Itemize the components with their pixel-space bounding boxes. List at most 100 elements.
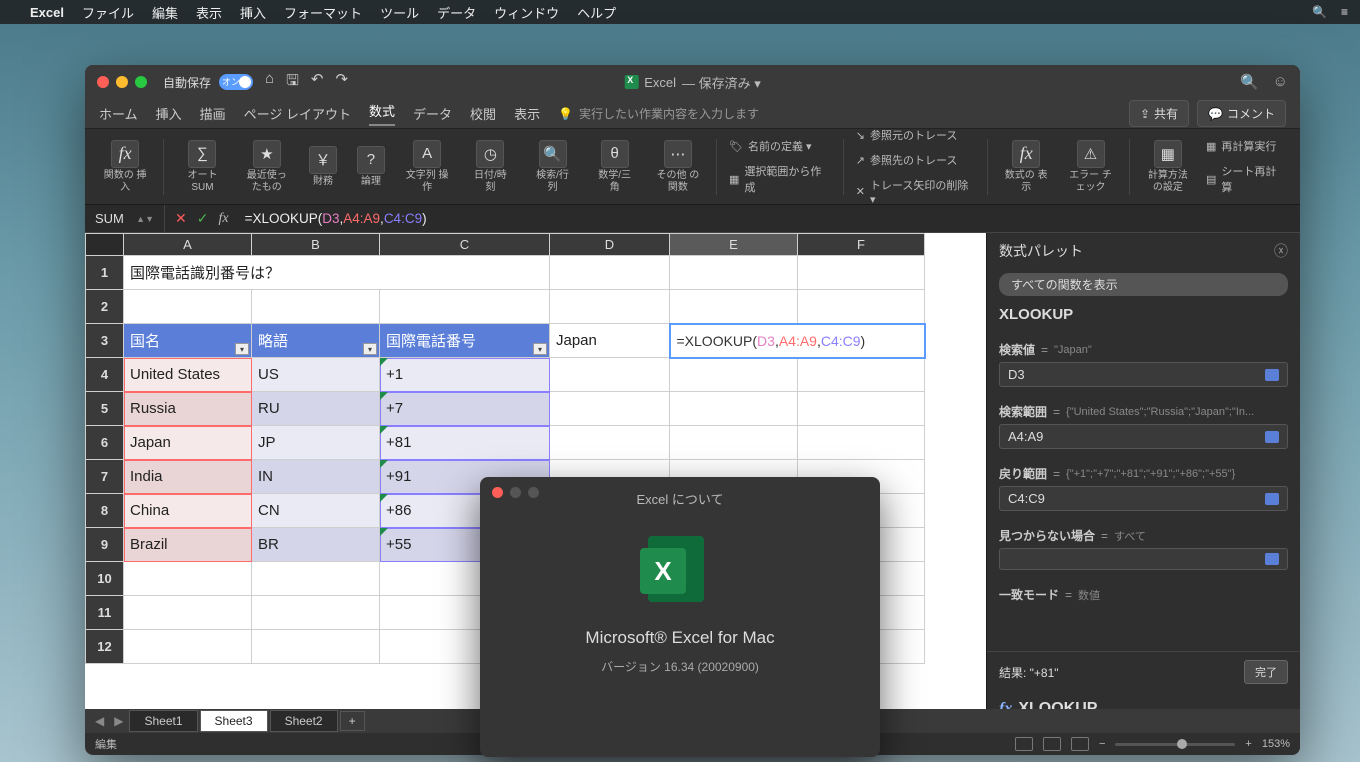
save-icon[interactable]: 🖫 — [286, 70, 299, 95]
menu-tools[interactable]: ツール — [380, 3, 419, 22]
col-header-a[interactable]: A — [124, 234, 252, 256]
zoom-slider[interactable] — [1115, 743, 1235, 746]
cell-a4[interactable]: United States — [124, 358, 252, 392]
tab-home[interactable]: ホーム — [99, 104, 138, 123]
create-from-selection-button[interactable]: ▦選択範囲から作成 — [725, 160, 835, 198]
search-icon[interactable]: 🔍 — [1240, 73, 1259, 91]
sheet-tab-1[interactable]: Sheet1 — [129, 710, 197, 732]
menubar-appname[interactable]: Excel — [30, 5, 64, 20]
minimize-button[interactable] — [116, 76, 128, 88]
tell-me-search[interactable]: 💡実行したい作業内容を入力します — [558, 105, 759, 122]
tab-insert[interactable]: 挿入 — [156, 104, 182, 123]
menu-edit[interactable]: 編集 — [152, 3, 178, 22]
title-saved[interactable]: — 保存済み ▾ — [682, 73, 761, 92]
close-button[interactable] — [97, 76, 109, 88]
menu-data[interactable]: データ — [437, 3, 476, 22]
tab-draw[interactable]: 描画 — [200, 104, 226, 123]
filter-icon[interactable]: ▾ — [533, 343, 547, 355]
cell-a8[interactable]: China — [124, 494, 252, 528]
toggle-switch[interactable] — [219, 74, 253, 90]
redo-icon[interactable]: ↷ — [335, 70, 348, 95]
menu-insert[interactable]: 挿入 — [240, 3, 266, 22]
account-icon[interactable]: ☺ — [1273, 73, 1288, 91]
select-all-corner[interactable] — [86, 234, 124, 256]
home-icon[interactable]: ⌂ — [265, 70, 274, 95]
cell-e3[interactable]: =XLOOKUP(D3,A4:A9,C4:C9) — [670, 324, 925, 358]
cell-b9[interactable]: BR — [252, 528, 380, 562]
error-check-button[interactable]: ⚠エラー チェック — [1060, 133, 1120, 200]
view-page-layout-button[interactable] — [1043, 737, 1061, 751]
show-all-functions-button[interactable]: すべての関数を表示 — [999, 273, 1288, 296]
cancel-formula-button[interactable]: ✕ — [175, 210, 187, 227]
cell-a9[interactable]: Brazil — [124, 528, 252, 562]
range-picker-icon[interactable] — [1265, 369, 1279, 381]
cell-c4[interactable]: +1 — [380, 358, 550, 392]
cell-b3[interactable]: 略語▾ — [252, 324, 380, 358]
menu-format[interactable]: フォーマット — [284, 3, 362, 22]
trace-dependents-button[interactable]: ↗参照先のトレース — [852, 149, 979, 171]
cell-b6[interactable]: JP — [252, 426, 380, 460]
row-header-3[interactable]: 3 — [86, 324, 124, 358]
datetime-button[interactable]: ◷日付/時刻 — [461, 133, 519, 200]
recent-functions-button[interactable]: ★最近使っ たもの — [237, 133, 297, 200]
cell-b7[interactable]: IN — [252, 460, 380, 494]
sheet-tab-3[interactable]: Sheet3 — [200, 710, 268, 732]
insert-function-button[interactable]: fx関数の 挿入 — [95, 133, 155, 200]
recalc-sheet-button[interactable]: ▤シート再計算 — [1202, 160, 1290, 198]
remove-arrows-button[interactable]: ✕トレース矢印の削除 ▾ — [852, 174, 979, 209]
zoom-value[interactable]: 153% — [1262, 738, 1290, 750]
menu-view[interactable]: 表示 — [196, 3, 222, 22]
cell-b4[interactable]: US — [252, 358, 380, 392]
menubar-search-icon[interactable]: 🔍 — [1312, 5, 1327, 19]
calc-options-button[interactable]: ▦計算方法 の設定 — [1138, 133, 1198, 200]
math-button[interactable]: θ数学/三角 — [586, 133, 644, 200]
fx-button[interactable]: fx — [218, 211, 228, 227]
sheet-nav-prev[interactable]: ◀ — [91, 714, 108, 728]
cell-a6[interactable]: Japan — [124, 426, 252, 460]
undo-icon[interactable]: ↶ — [311, 70, 324, 95]
col-header-c[interactable]: C — [380, 234, 550, 256]
view-page-break-button[interactable] — [1071, 737, 1089, 751]
lookup-button[interactable]: 🔍検索/行列 — [523, 133, 581, 200]
menubar-wifi-icon[interactable]: ≡ — [1341, 5, 1348, 19]
tab-data[interactable]: データ — [413, 104, 452, 123]
cell-b8[interactable]: CN — [252, 494, 380, 528]
about-close-button[interactable] — [492, 487, 503, 498]
view-normal-button[interactable] — [1015, 737, 1033, 751]
share-button[interactable]: ⇪共有 — [1129, 100, 1189, 127]
zoom-button[interactable] — [135, 76, 147, 88]
cell-d3[interactable]: Japan — [550, 324, 670, 358]
menu-file[interactable]: ファイル — [82, 3, 134, 22]
autosum-button[interactable]: ∑オート SUM — [172, 133, 232, 200]
filter-icon[interactable]: ▾ — [363, 343, 377, 355]
cell-c5[interactable]: +7 — [380, 392, 550, 426]
cell-c6[interactable]: +81 — [380, 426, 550, 460]
cell-b5[interactable]: RU — [252, 392, 380, 426]
name-dropdown-icon[interactable]: ▲▼ — [136, 214, 154, 224]
show-formulas-button[interactable]: fx数式の 表示 — [996, 133, 1056, 200]
sheet-nav-next[interactable]: ▶ — [110, 714, 127, 728]
cell-a7[interactable]: India — [124, 460, 252, 494]
range-picker-icon[interactable] — [1265, 493, 1279, 505]
palette-close-button[interactable]: ⓧ — [1274, 241, 1288, 261]
zoom-out-button[interactable]: − — [1099, 738, 1105, 750]
formula-input[interactable]: =XLOOKUP(D3,A4:A9,C4:C9) — [239, 211, 1300, 226]
comment-button[interactable]: 💬コメント — [1197, 100, 1286, 127]
cell-a5[interactable]: Russia — [124, 392, 252, 426]
tab-formulas[interactable]: 数式 — [369, 101, 395, 126]
menu-help[interactable]: ヘルプ — [577, 3, 616, 22]
col-header-d[interactable]: D — [550, 234, 670, 256]
col-header-b[interactable]: B — [252, 234, 380, 256]
autosave-toggle[interactable]: 自動保存 — [163, 74, 253, 91]
range-picker-icon[interactable] — [1265, 431, 1279, 443]
sheet-tab-2[interactable]: Sheet2 — [270, 710, 338, 732]
accept-formula-button[interactable]: ✓ — [197, 210, 209, 227]
col-header-e[interactable]: E — [670, 234, 798, 256]
define-name-button[interactable]: 🏷名前の定義 ▾ — [725, 135, 835, 157]
recalc-now-button[interactable]: ▦再計算実行 — [1202, 135, 1290, 157]
logical-button[interactable]: ?論理 — [349, 133, 393, 200]
palette-done-button[interactable]: 完了 — [1244, 660, 1288, 684]
trace-precedents-button[interactable]: ↘参照元のトレース — [852, 124, 979, 146]
tab-review[interactable]: 校閲 — [470, 104, 496, 123]
row-header-1[interactable]: 1 — [86, 256, 124, 290]
